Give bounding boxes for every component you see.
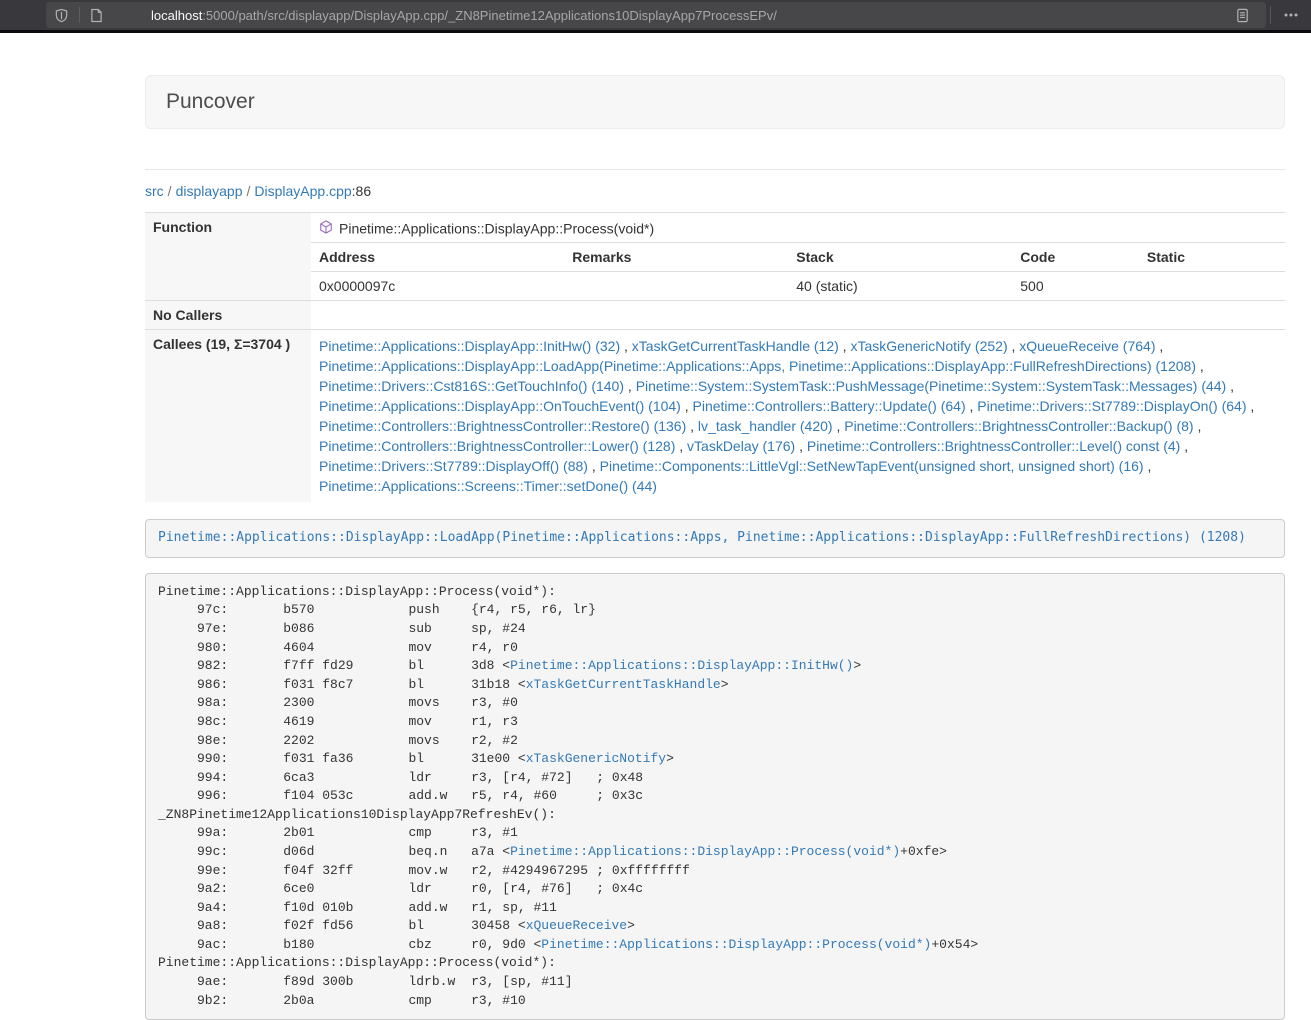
callee-link[interactable]: Pinetime::Controllers::BrightnessControl… xyxy=(319,438,675,454)
column-header-static: Static xyxy=(1139,243,1285,272)
callee-link[interactable]: Pinetime::Controllers::Battery::Update()… xyxy=(693,398,966,414)
asm-symbol-link[interactable]: xTaskGetCurrentTaskHandle xyxy=(526,677,721,692)
breadcrumb-link-src[interactable]: src xyxy=(145,183,164,199)
disassembly-code: Pinetime::Applications::DisplayApp::Proc… xyxy=(158,584,978,1008)
divider xyxy=(145,169,1285,170)
callee-link[interactable]: Pinetime::Components::LittleVgl::SetNewT… xyxy=(600,458,1144,474)
code-size-value: 500 xyxy=(1012,272,1139,301)
column-header-address: Address xyxy=(311,243,564,272)
callee-link[interactable]: Pinetime::Controllers::BrightnessControl… xyxy=(844,418,1193,434)
asm-symbol-link[interactable]: Pinetime::Applications::DisplayApp::Proc… xyxy=(541,937,931,952)
asm-symbol-link[interactable]: xQueueReceive xyxy=(526,918,627,933)
callee-link[interactable]: xTaskGetCurrentTaskHandle (12) xyxy=(632,338,839,354)
page-title: Puncover xyxy=(166,90,1264,114)
callee-link[interactable]: xTaskGenericNotify (252) xyxy=(850,338,1007,354)
callee-link[interactable]: Pinetime::Controllers::BrightnessControl… xyxy=(807,438,1180,454)
page-info-icon[interactable] xyxy=(90,8,103,23)
function-row-label: Function xyxy=(145,213,311,301)
callee-link[interactable]: lv_task_handler (420) xyxy=(698,418,833,434)
symbol-cube-icon xyxy=(319,220,333,234)
column-header-remarks: Remarks xyxy=(564,243,788,272)
snippet-loadapp-link[interactable]: Pinetime::Applications::DisplayApp::Load… xyxy=(158,530,1246,545)
callee-link[interactable]: Pinetime::Applications::Screens::Timer::… xyxy=(319,478,657,494)
callee-link[interactable]: Pinetime::System::SystemTask::PushMessag… xyxy=(636,378,1227,394)
url-host: localhost xyxy=(151,8,202,23)
menu-icon[interactable] xyxy=(1275,2,1307,28)
reader-mode-icon[interactable] xyxy=(1226,2,1258,28)
url-bar[interactable]: localhost:5000/path/src/displayapp/Displ… xyxy=(46,2,1266,28)
static-value xyxy=(1139,272,1285,301)
callee-link[interactable]: Pinetime::Controllers::BrightnessControl… xyxy=(319,418,686,434)
callee-link[interactable]: Pinetime::Applications::DisplayApp::Init… xyxy=(319,338,620,354)
breadcrumb-separator: / xyxy=(243,183,255,199)
breadcrumb-line-number: :86 xyxy=(352,183,371,199)
callee-link[interactable]: Pinetime::Applications::DisplayApp::Load… xyxy=(319,358,1196,374)
stack-value: 40 (static) xyxy=(788,272,1012,301)
url-bar-divider xyxy=(79,7,80,23)
breadcrumb-link-file[interactable]: DisplayApp.cpp xyxy=(254,183,351,199)
url-path: :5000/path/src/displayapp/DisplayApp.cpp… xyxy=(202,8,777,23)
url-text[interactable]: localhost:5000/path/src/displayapp/Displ… xyxy=(151,8,777,23)
callees-row: Callees (19, Σ=3704 ) Pinetime::Applicat… xyxy=(145,330,1285,503)
asm-symbol-link[interactable]: xTaskGenericNotify xyxy=(526,751,666,766)
callers-row: No Callers xyxy=(145,301,1285,330)
callee-link[interactable]: Pinetime::Drivers::Cst816S::GetTouchInfo… xyxy=(319,378,624,394)
breadcrumb: src/displayapp/DisplayApp.cpp:86 xyxy=(145,183,1285,199)
callee-link[interactable]: xQueueReceive (764) xyxy=(1019,338,1155,354)
column-header-code: Code xyxy=(1012,243,1139,272)
shield-icon[interactable] xyxy=(54,8,69,23)
address-value: 0x0000097c xyxy=(311,272,564,301)
function-table: Function Pinetime::Applications::Display… xyxy=(145,212,1285,502)
toolbar-divider xyxy=(1270,6,1271,24)
function-stats-table: Address Remarks Stack Code Static 0x0000… xyxy=(311,243,1285,300)
breadcrumb-link-displayapp[interactable]: displayapp xyxy=(176,183,243,199)
page-container: Puncover src/displayapp/DisplayApp.cpp:8… xyxy=(145,75,1285,1020)
asm-symbol-link[interactable]: Pinetime::Applications::DisplayApp::Proc… xyxy=(510,844,900,859)
remarks-value xyxy=(564,272,788,301)
app-header: Puncover xyxy=(145,75,1285,129)
function-row: Function Pinetime::Applications::Display… xyxy=(145,213,1285,243)
no-callers-label: No Callers xyxy=(145,301,311,330)
callee-link[interactable]: Pinetime::Drivers::St7789::DisplayOff() … xyxy=(319,458,588,474)
callees-links: Pinetime::Applications::DisplayApp::Init… xyxy=(311,330,1285,503)
asm-symbol-link[interactable]: Pinetime::Applications::DisplayApp::Init… xyxy=(510,658,853,673)
callee-link[interactable]: Pinetime::Drivers::St7789::DisplayOn() (… xyxy=(977,398,1246,414)
callers-cell xyxy=(311,301,1285,330)
callee-link[interactable]: Pinetime::Applications::DisplayApp::OnTo… xyxy=(319,398,681,414)
callees-label: Callees (19, Σ=3704 ) xyxy=(145,330,311,503)
breadcrumb-separator: / xyxy=(164,183,176,199)
column-header-stack: Stack xyxy=(788,243,1012,272)
function-name: Pinetime::Applications::DisplayApp::Proc… xyxy=(339,220,654,236)
function-stats-row: Address Remarks Stack Code Static 0x0000… xyxy=(145,243,1285,301)
snippet-block: Pinetime::Applications::DisplayApp::Load… xyxy=(145,519,1285,558)
browser-toolbar: localhost:5000/path/src/displayapp/Displ… xyxy=(0,0,1311,33)
callee-link[interactable]: vTaskDelay (176) xyxy=(687,438,795,454)
disassembly-block: Pinetime::Applications::DisplayApp::Proc… xyxy=(145,573,1285,1020)
